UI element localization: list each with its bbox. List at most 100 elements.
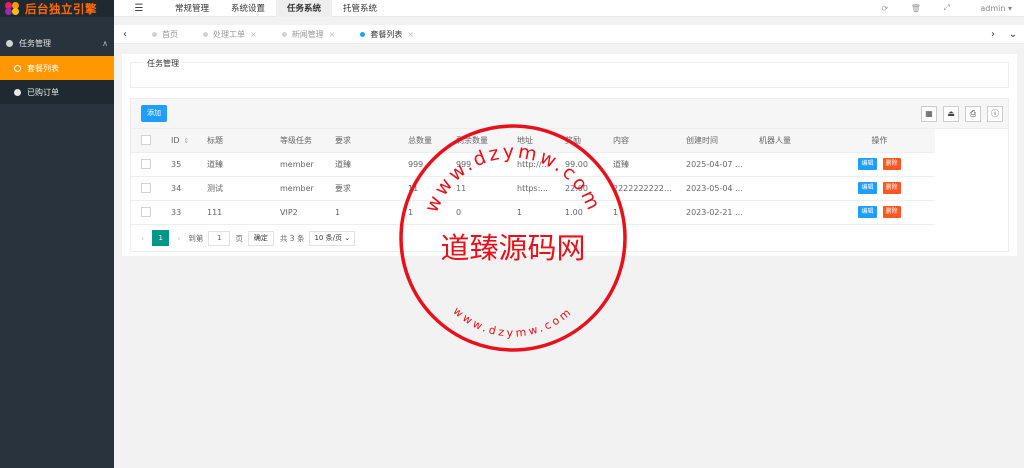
edit-button[interactable]: 编辑 <box>858 206 877 218</box>
cell-total: 11 <box>398 176 446 201</box>
user-menu[interactable]: admin ▾ <box>962 4 1024 13</box>
cell-robots <box>749 200 824 225</box>
select-all-checkbox[interactable] <box>141 135 151 146</box>
cell-requirement: 要求 <box>325 176 398 201</box>
chevron-right-icon[interactable]: › <box>982 29 1004 40</box>
cell-level: member <box>270 176 325 201</box>
edit-button[interactable]: 编辑 <box>858 182 877 194</box>
col-header-total: 总数量 <box>398 129 446 153</box>
cell-actions: 编辑 删除 <box>824 176 935 201</box>
columns-filter-icon[interactable]: ▦ <box>921 105 937 122</box>
cell-total: 999 <box>398 152 446 177</box>
row-checkbox[interactable] <box>141 159 151 169</box>
tab-package-list[interactable]: 套餐列表 × <box>344 25 423 44</box>
cell-id: 34 <box>161 176 197 201</box>
cell-id: 33 <box>161 200 197 225</box>
page-number-input[interactable]: 1 <box>208 230 231 246</box>
table-row: 34 测试 member 要求 11 11 https:... 22.00 22… <box>131 176 935 201</box>
cell-actions: 编辑 删除 <box>824 152 935 177</box>
cell-robots <box>749 152 824 177</box>
prev-page-icon[interactable]: ‹ <box>141 234 144 243</box>
select-all-cell[interactable] <box>131 129 161 153</box>
cell-created: 2023-02-21 ... <box>676 200 749 225</box>
tab-dot <box>360 31 366 37</box>
add-button[interactable]: 添加 <box>141 105 167 122</box>
col-header-id[interactable]: ID ⇕ <box>161 129 197 153</box>
confirm-page-button[interactable]: 确定 <box>247 230 274 246</box>
total-count: 共 3 条 <box>279 233 305 243</box>
top-nav-hosting-system[interactable]: 托管系统 <box>332 0 388 17</box>
row-select-cell[interactable] <box>131 152 161 177</box>
current-page-button[interactable]: 1 <box>152 230 170 246</box>
col-header-level: 等级任务 <box>270 129 325 153</box>
close-icon[interactable]: × <box>407 30 414 39</box>
col-header-requirement: 要求 <box>325 129 398 153</box>
pagination: ‹ 1 › 到第 1 页 确定 共 3 条 10 条/页 ⌄ <box>131 225 1008 252</box>
cell-reward: 99.00 <box>555 152 603 177</box>
sidebar: 后台独立引擎 任务管理 ∧ 套餐列表 已购订单 <box>0 0 114 468</box>
trash-icon[interactable]: 🗑 <box>900 4 931 13</box>
top-nav-task-system[interactable]: 任务系统 <box>276 0 333 17</box>
cell-url: http://... <box>507 152 555 177</box>
edit-button[interactable]: 编辑 <box>858 158 877 170</box>
cell-url: https:... <box>507 176 555 201</box>
col-header-robots: 机器人量 <box>749 129 824 153</box>
content-panel: 任务管理 添加 ▦ ⏏ ⎙ ⓘ ID ⇕ 标题 等级任务 要求 总数量 剩余数量… <box>122 54 1017 256</box>
logo[interactable]: 后台独立引擎 <box>0 0 114 17</box>
close-icon[interactable]: × <box>329 30 336 39</box>
sidebar-group-task-management[interactable]: 任务管理 ∧ <box>0 31 114 56</box>
cell-created: 2025-04-07 ... <box>676 152 749 177</box>
sort-icon[interactable]: ⇕ <box>184 137 190 145</box>
fieldset-legend: 任务管理 <box>143 58 183 69</box>
sidebar-item-label: 已购订单 <box>27 87 59 97</box>
cell-remaining: 0 <box>446 200 507 225</box>
chevron-left-icon[interactable]: ‹ <box>114 29 136 40</box>
delete-button[interactable]: 删除 <box>882 158 901 170</box>
table-toolbar: 添加 ▦ ⏏ ⎙ ⓘ <box>131 99 1008 129</box>
export-icon[interactable]: ⏏ <box>943 105 959 122</box>
fullscreen-icon[interactable]: ⤢ <box>931 3 962 13</box>
top-right-tools: ⟳ 🗑 ⤢ admin ▾ <box>869 0 1024 17</box>
delete-button[interactable]: 删除 <box>882 182 901 194</box>
page-size-select[interactable]: 10 条/页 ⌄ <box>309 230 356 246</box>
row-select-cell[interactable] <box>131 176 161 201</box>
cell-requirement: 1 <box>325 200 398 225</box>
search-fieldset: 任务管理 <box>130 58 1009 88</box>
menu-toggle-icon[interactable]: ☰ <box>114 0 164 17</box>
col-header-url: 地址 <box>507 129 555 153</box>
table-row: 33 111 VIP2 1 1 0 1 1.00 1 2023-02-21 ..… <box>131 200 935 225</box>
delete-button[interactable]: 删除 <box>882 206 901 218</box>
tab-tickets[interactable]: 处理工单 × <box>187 25 266 44</box>
close-icon[interactable]: × <box>250 30 257 39</box>
tab-label: 新闻管理 <box>291 29 324 39</box>
cell-created: 2023-05-04 ... <box>676 176 749 201</box>
cell-reward: 1.00 <box>555 200 603 225</box>
refresh-icon[interactable]: ⟳ <box>869 4 900 13</box>
data-table-container: 添加 ▦ ⏏ ⎙ ⓘ ID ⇕ 标题 等级任务 要求 总数量 剩余数量 地址 奖… <box>130 98 1009 252</box>
row-checkbox[interactable] <box>141 183 151 193</box>
sidebar-group-label: 任务管理 <box>19 39 51 48</box>
cell-title: 测试 <box>197 176 270 201</box>
top-nav-general[interactable]: 常规管理 <box>164 0 220 17</box>
print-icon[interactable]: ⎙ <box>965 105 981 122</box>
col-header-created: 创建时间 <box>676 129 749 153</box>
chevron-down-icon[interactable]: ⌄ <box>1002 29 1024 40</box>
sidebar-item-purchased-orders[interactable]: 已购订单 <box>0 80 114 104</box>
cell-content: 22222222222... <box>603 176 676 201</box>
cell-url: 1 <box>507 200 555 225</box>
tab-news[interactable]: 新闻管理 × <box>266 25 345 44</box>
top-nav-system-settings[interactable]: 系统设置 <box>220 0 276 17</box>
sidebar-item-label: 套餐列表 <box>27 63 59 73</box>
sidebar-item-package-list[interactable]: 套餐列表 <box>0 56 114 80</box>
tab-home[interactable]: 首页 <box>136 25 187 44</box>
row-select-cell[interactable] <box>131 200 161 225</box>
chevron-down-icon: ⌄ <box>344 234 351 242</box>
row-checkbox[interactable] <box>141 207 151 217</box>
table-tool-icons: ▦ ⏏ ⎙ ⓘ <box>915 105 1003 122</box>
tab-dot <box>281 31 287 37</box>
cell-actions: 编辑 删除 <box>824 200 935 225</box>
next-page-icon[interactable]: › <box>177 234 180 243</box>
col-header-reward: 奖励 <box>555 129 603 153</box>
tab-dot <box>152 31 157 37</box>
info-icon[interactable]: ⓘ <box>987 105 1003 122</box>
